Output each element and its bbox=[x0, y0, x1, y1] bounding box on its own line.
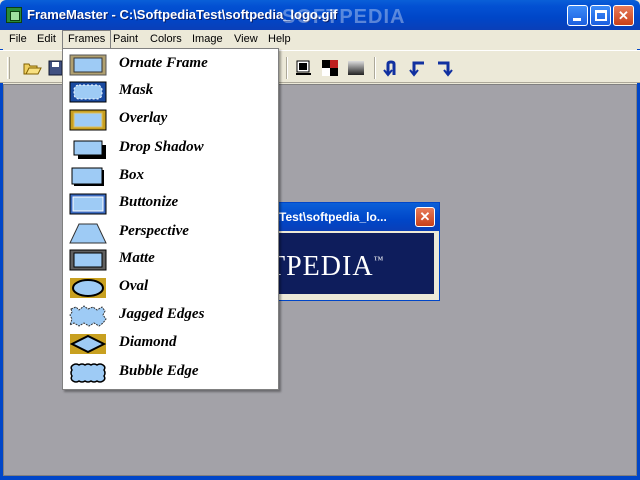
image-canvas[interactable]: TPEDIA™ bbox=[268, 233, 434, 294]
oval-icon bbox=[70, 278, 106, 298]
bubble-edge-icon bbox=[70, 363, 106, 383]
ornate-frame-icon bbox=[69, 54, 107, 76]
menu-frames[interactable]: Frames bbox=[62, 30, 112, 49]
menu-item-oval[interactable]: Oval bbox=[63, 274, 278, 302]
frames-dropdown-menu: Ornate Frame Mask Overlay Drop Shadow Bo… bbox=[62, 48, 279, 390]
drop-shadow-icon bbox=[73, 140, 106, 159]
menu-item-diamond[interactable]: Diamond bbox=[63, 330, 278, 358]
menu-file[interactable]: File bbox=[4, 30, 32, 49]
menu-item-label: Mask bbox=[119, 82, 154, 98]
menu-item-ornate-frame[interactable]: Ornate Frame bbox=[63, 51, 278, 79]
app-icon bbox=[6, 7, 22, 23]
menu-item-mask[interactable]: Mask bbox=[63, 78, 278, 106]
close-icon: ✕ bbox=[618, 8, 629, 23]
perspective-icon bbox=[69, 223, 107, 244]
menu-item-jagged-edges[interactable]: Jagged Edges bbox=[63, 302, 278, 330]
menu-help[interactable]: Help bbox=[263, 30, 296, 49]
menu-item-drop-shadow[interactable]: Drop Shadow bbox=[63, 135, 278, 163]
maximize-icon bbox=[595, 10, 607, 21]
menu-item-box[interactable]: Box bbox=[63, 163, 278, 191]
menu-item-label: Jagged Edges bbox=[119, 306, 205, 322]
menu-item-label: Drop Shadow bbox=[119, 139, 204, 155]
maximize-button[interactable] bbox=[590, 5, 611, 26]
frame-preview-icon bbox=[296, 60, 311, 75]
menu-item-label: Diamond bbox=[119, 334, 177, 350]
menu-item-label: Overlay bbox=[119, 110, 168, 126]
checker-button[interactable] bbox=[320, 59, 340, 77]
menu-item-label: Ornate Frame bbox=[119, 55, 208, 71]
minimize-button[interactable] bbox=[567, 5, 588, 26]
jagged-edges-icon bbox=[69, 305, 107, 327]
diamond-icon bbox=[69, 334, 107, 354]
checker-icon bbox=[322, 60, 338, 76]
undo-arrow-icon bbox=[383, 60, 396, 77]
undo-arrow-button[interactable] bbox=[382, 59, 402, 77]
rotate-left-button[interactable] bbox=[408, 59, 428, 77]
logo-text: TPEDIA bbox=[268, 251, 374, 282]
child-close-button[interactable]: ✕ bbox=[415, 207, 435, 227]
menu-image[interactable]: Image bbox=[187, 30, 228, 49]
buttonize-icon bbox=[69, 193, 107, 215]
menu-item-perspective[interactable]: Perspective bbox=[63, 219, 278, 247]
overlay-icon bbox=[69, 109, 107, 131]
child-window-title: iaTest\softpedia_lo... bbox=[269, 210, 387, 224]
window-titlebar[interactable]: FrameMaster - C:\SoftpediaTest\softpedia… bbox=[0, 0, 640, 30]
mask-icon bbox=[69, 81, 107, 103]
menu-item-bubble-edge[interactable]: Bubble Edge bbox=[63, 359, 278, 387]
watermark-text: SOFTPEDIA bbox=[282, 6, 406, 28]
menu-view[interactable]: View bbox=[229, 30, 263, 49]
menu-colors[interactable]: Colors bbox=[145, 30, 187, 49]
gradient-icon bbox=[348, 61, 364, 75]
open-button[interactable] bbox=[22, 59, 42, 77]
rotate-left-icon bbox=[409, 61, 424, 77]
image-child-window[interactable]: iaTest\softpedia_lo... ✕ TPEDIA™ bbox=[262, 202, 440, 301]
rotate-right-button[interactable] bbox=[434, 59, 454, 77]
box-icon bbox=[71, 167, 104, 186]
rotate-right-icon bbox=[438, 61, 453, 77]
close-icon: ✕ bbox=[419, 209, 431, 224]
minimize-icon bbox=[573, 18, 581, 21]
menu-bar: File Edit Frames Paint Colors Image View… bbox=[0, 30, 640, 49]
matte-icon bbox=[69, 249, 107, 271]
toolbar-separator bbox=[374, 57, 376, 79]
menu-item-buttonize[interactable]: Buttonize bbox=[63, 190, 278, 218]
toolbar-separator bbox=[286, 57, 288, 79]
menu-paint[interactable]: Paint bbox=[108, 30, 143, 49]
menu-item-matte[interactable]: Matte bbox=[63, 246, 278, 274]
menu-item-overlay[interactable]: Overlay bbox=[63, 106, 278, 134]
frame-preview-button[interactable] bbox=[294, 59, 314, 77]
open-icon bbox=[23, 63, 42, 75]
trademark-symbol: ™ bbox=[373, 255, 385, 266]
child-window-titlebar[interactable]: iaTest\softpedia_lo... ✕ bbox=[263, 203, 439, 231]
menu-item-label: Matte bbox=[119, 250, 155, 266]
gradient-button[interactable] bbox=[346, 59, 366, 77]
menu-edit[interactable]: Edit bbox=[32, 30, 61, 49]
menu-item-label: Perspective bbox=[119, 223, 189, 239]
menu-item-label: Buttonize bbox=[119, 194, 179, 210]
close-button[interactable]: ✕ bbox=[613, 5, 634, 26]
window-border-bottom bbox=[0, 476, 640, 480]
logo-image: TPEDIA™ bbox=[268, 251, 384, 283]
menu-item-label: Oval bbox=[119, 278, 149, 294]
menu-item-label: Bubble Edge bbox=[119, 363, 199, 379]
menu-item-label: Box bbox=[119, 167, 145, 183]
toolbar-grip[interactable] bbox=[7, 57, 10, 79]
